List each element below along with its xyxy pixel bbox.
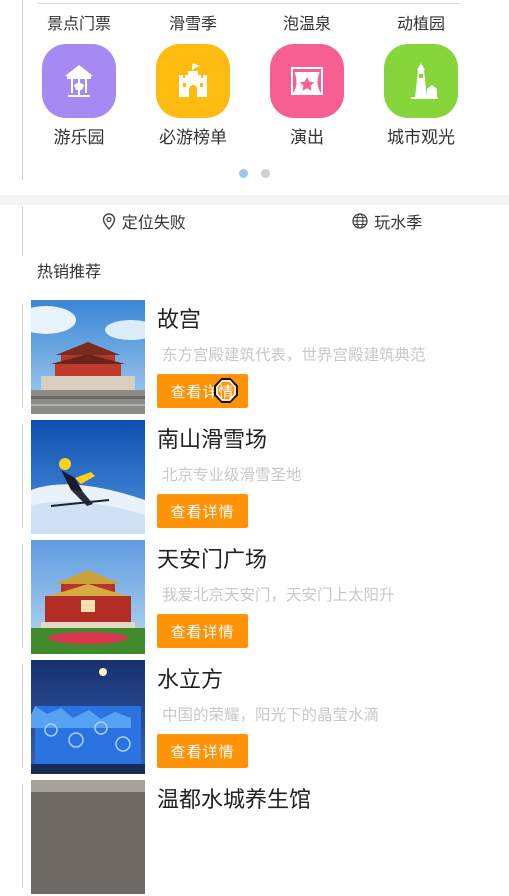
item-name: 南山滑雪场 — [157, 422, 267, 454]
category-hot-spring[interactable]: 泡温泉 — [250, 10, 364, 34]
view-details-button[interactable]: 查看详情 — [157, 494, 248, 528]
left-edge-line — [22, 424, 23, 528]
category-label: 游乐园 — [54, 123, 105, 148]
category-icon-row: 游乐园 必游榜单 — [22, 44, 502, 148]
category-label: 必游榜单 — [159, 123, 227, 148]
category-amusement-park[interactable]: 游乐园 — [22, 44, 136, 148]
list-item[interactable]: 水立方 中国的荣耀，阳光下的晶莹水滴 查看详情 — [0, 656, 509, 776]
left-edge-line — [22, 784, 23, 888]
section-separator — [0, 195, 509, 205]
category-label: 城市观光 — [387, 123, 455, 148]
pagination-dot-active[interactable] — [239, 169, 248, 178]
item-thumbnail — [31, 540, 145, 654]
carousel-icon[interactable] — [42, 44, 116, 118]
item-thumbnail — [31, 660, 145, 774]
item-thumbnail — [31, 300, 145, 414]
carousel-pagination — [0, 169, 509, 178]
location-bar: 定位失败 玩水季 — [22, 206, 509, 236]
castle-icon[interactable] — [156, 44, 230, 118]
list-item[interactable]: 温都水城养生馆 — [0, 776, 509, 896]
section-title: 热销推荐 — [37, 258, 101, 282]
pagination-dot[interactable] — [261, 169, 270, 178]
cursor-icon — [213, 378, 239, 404]
left-edge-line — [22, 664, 23, 768]
item-desc: 北京专业级滑雪圣地 — [162, 463, 302, 485]
left-edge-line — [22, 544, 23, 648]
globe-icon — [352, 213, 368, 229]
list-item[interactable]: 天安门广场 我爱北京天安门，天安门上太阳升 查看详情 — [0, 536, 509, 656]
item-thumbnail — [31, 420, 145, 534]
category-show[interactable]: 演出 — [250, 44, 364, 148]
list-item[interactable]: 故宫 东方宫殿建筑代表，世界宫殿建筑典范 查看详情 — [0, 296, 509, 416]
category-top-row: 景点门票 滑雪季 泡温泉 动植园 — [22, 10, 502, 34]
season-button[interactable]: 玩水季 — [266, 209, 509, 233]
list-item[interactable]: 南山滑雪场 北京专业级滑雪圣地 查看详情 — [0, 416, 509, 536]
item-name: 温都水城养生馆 — [157, 782, 311, 814]
location-label: 定位失败 — [122, 209, 186, 233]
top-divider — [38, 3, 460, 4]
category-city-tour[interactable]: 城市观光 — [364, 44, 478, 148]
location-button[interactable]: 定位失败 — [22, 209, 266, 233]
view-details-button[interactable]: 查看详情 — [157, 614, 248, 648]
item-name: 故宫 — [157, 302, 201, 334]
category-must-visit[interactable]: 必游榜单 — [136, 44, 250, 148]
item-name: 天安门广场 — [157, 542, 267, 574]
category-zoo[interactable]: 动植园 — [364, 10, 478, 34]
item-desc: 东方宫殿建筑代表，世界宫殿建筑典范 — [162, 343, 426, 365]
category-tickets[interactable]: 景点门票 — [22, 10, 136, 34]
category-label: 演出 — [290, 123, 324, 148]
view-details-button[interactable]: 查看详情 — [157, 734, 248, 768]
stage-icon[interactable] — [270, 44, 344, 118]
item-name: 水立方 — [157, 662, 223, 694]
item-desc: 中国的荣耀，阳光下的晶莹水滴 — [162, 703, 379, 725]
location-pin-icon — [102, 213, 116, 230]
hot-recommend-list: 故宫 东方宫殿建筑代表，世界宫殿建筑典范 查看详情 南山滑雪场 北京专业级滑雪圣… — [0, 296, 509, 896]
left-edge-line — [22, 304, 23, 408]
item-thumbnail — [31, 780, 145, 894]
lighthouse-icon[interactable] — [384, 44, 458, 118]
category-ski[interactable]: 滑雪季 — [136, 10, 250, 34]
season-label: 玩水季 — [374, 209, 422, 233]
item-desc: 我爱北京天安门，天安门上太阳升 — [162, 583, 395, 605]
